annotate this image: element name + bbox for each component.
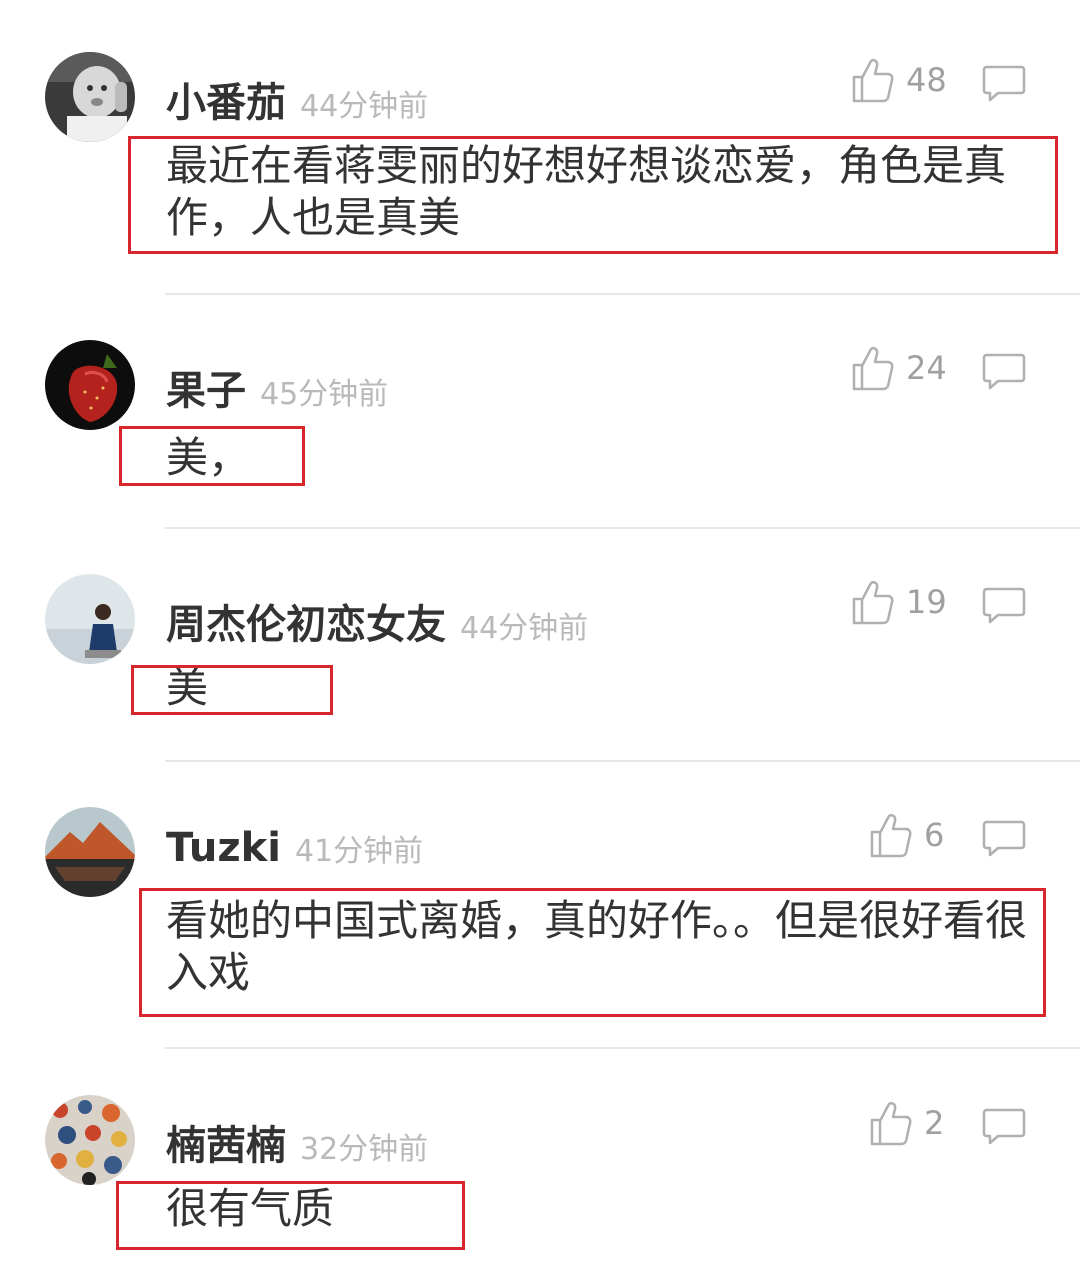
like-count: 6	[924, 816, 945, 854]
thumbs-up-icon	[852, 580, 894, 625]
highlight-box	[128, 136, 1058, 254]
like-button[interactable]: 19	[852, 574, 947, 630]
reply-button[interactable]	[982, 352, 1026, 394]
username-text[interactable]: 果子	[166, 368, 246, 414]
user-avatar[interactable]	[45, 574, 135, 664]
like-button[interactable]: 6	[870, 807, 944, 863]
username[interactable]: 小番茄 44分钟前	[166, 70, 428, 128]
comment-time: 44分钟前	[460, 611, 589, 646]
speech-bubble-icon	[982, 65, 1026, 102]
user-avatar[interactable]	[45, 340, 135, 430]
username-text[interactable]: 小番茄	[166, 80, 286, 126]
thumbs-up-icon	[852, 346, 894, 391]
user-avatar[interactable]	[45, 1095, 135, 1185]
reply-button[interactable]	[982, 819, 1026, 861]
comment-time: 45分钟前	[260, 377, 389, 412]
highlight-box	[119, 426, 305, 486]
like-count: 19	[906, 583, 947, 621]
like-button[interactable]: 24	[852, 340, 947, 396]
username[interactable]: 楠茜楠 32分钟前	[166, 1113, 428, 1171]
username-text[interactable]: 楠茜楠	[166, 1123, 286, 1169]
username[interactable]: 周杰伦初恋女友 44分钟前	[166, 592, 588, 650]
reply-button[interactable]	[982, 1107, 1026, 1149]
divider	[165, 1047, 1080, 1049]
username[interactable]: 果子 45分钟前	[166, 358, 388, 416]
divider	[165, 527, 1080, 529]
speech-bubble-icon	[982, 820, 1026, 857]
comment-time: 41分钟前	[294, 834, 424, 869]
speech-bubble-icon	[982, 1108, 1026, 1145]
speech-bubble-icon	[982, 353, 1026, 390]
highlight-box	[116, 1181, 465, 1250]
user-avatar[interactable]	[45, 807, 135, 897]
reply-button[interactable]	[982, 64, 1026, 106]
comment-time: 32分钟前	[300, 1132, 429, 1167]
divider	[165, 760, 1080, 762]
reply-button[interactable]	[982, 586, 1026, 628]
highlight-box	[139, 888, 1046, 1017]
like-count: 24	[906, 349, 947, 387]
like-button[interactable]: 2	[870, 1095, 944, 1151]
highlight-box	[131, 665, 333, 715]
username[interactable]: Tuzki 41分钟前	[166, 825, 423, 871]
like-count: 2	[924, 1104, 945, 1142]
username-text[interactable]: Tuzki	[166, 825, 281, 871]
thumbs-up-icon	[852, 58, 894, 103]
like-count: 48	[906, 61, 947, 99]
like-button[interactable]: 48	[852, 52, 947, 108]
comment-time: 44分钟前	[300, 89, 429, 124]
thumbs-up-icon	[870, 813, 912, 858]
speech-bubble-icon	[982, 587, 1026, 624]
thumbs-up-icon	[870, 1101, 912, 1146]
user-avatar[interactable]	[45, 52, 135, 142]
username-text[interactable]: 周杰伦初恋女友	[166, 602, 446, 648]
divider	[165, 293, 1080, 295]
